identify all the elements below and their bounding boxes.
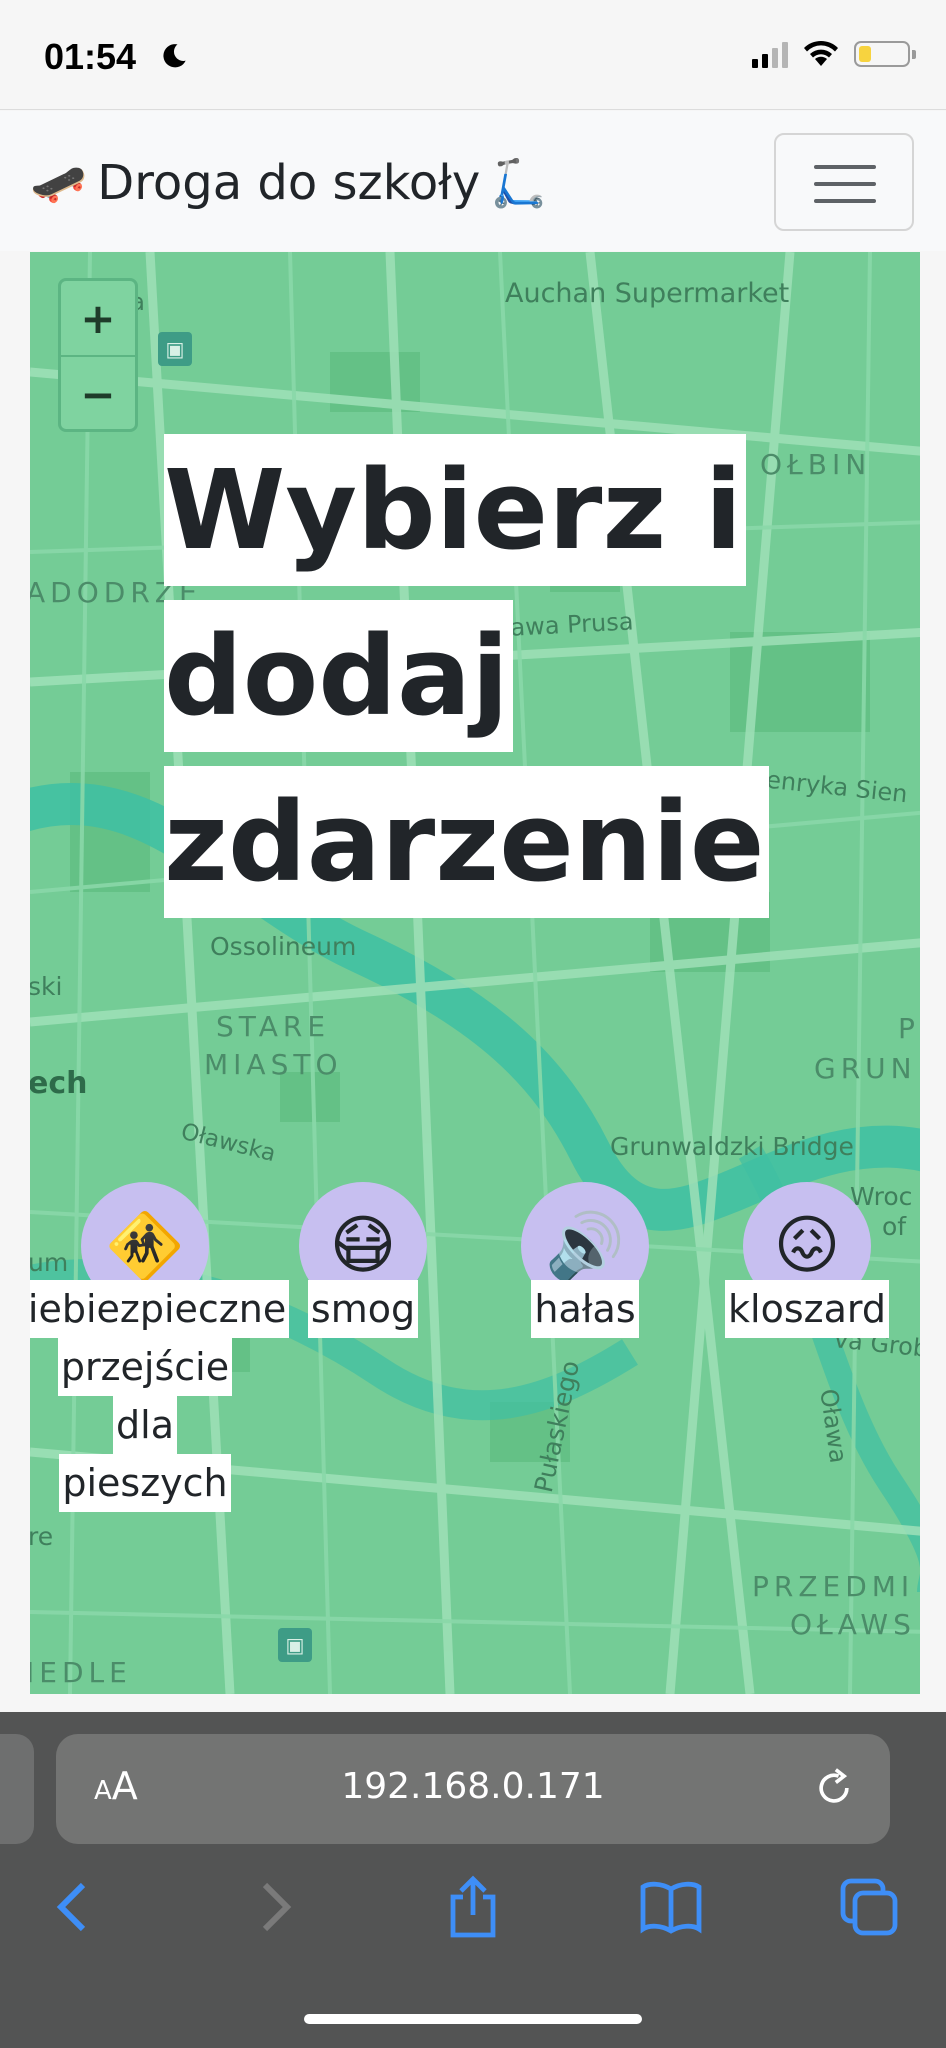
category-label: niebiezpieczne przejście dla pieszych: [30, 1280, 290, 1512]
tabs-button[interactable]: [834, 1872, 904, 1942]
map-label: ech: [30, 1066, 88, 1101]
map-label: STARE: [216, 1010, 331, 1043]
map-label: GRUN: [814, 1052, 917, 1085]
category-label: kloszard: [692, 1280, 920, 1338]
skateboard-icon: 🛹: [30, 155, 88, 210]
map-label: IEDLE: [30, 1656, 132, 1689]
address-bar[interactable]: AA 192.168.0.171: [56, 1734, 890, 1844]
status-bar: 01:54: [0, 0, 946, 110]
brand-link[interactable]: 🛹 Droga do szkoły 🛴: [30, 155, 548, 211]
zoom-control: + −: [58, 278, 138, 432]
reload-icon[interactable]: [812, 1766, 856, 1810]
page-headline: Wybierz i dodaj zdarzenie: [164, 434, 769, 932]
hamburger-icon: [814, 165, 876, 169]
category-label: hałas: [470, 1280, 700, 1338]
share-button[interactable]: [438, 1872, 508, 1942]
scooter-icon: 🛴: [490, 155, 548, 210]
map-label: Auchan Supermarket: [505, 278, 790, 309]
map[interactable]: owska Auchan Supermarket OŁBIN ADODRZE o…: [30, 252, 920, 1694]
chevron-left-icon: [56, 1882, 86, 1932]
train-station-icon: ▣: [158, 332, 192, 366]
map-label: MIASTO: [204, 1048, 343, 1081]
bookmarks-button[interactable]: [636, 1872, 706, 1942]
tabs-icon: [840, 1878, 898, 1936]
browser-toolbar: AA 192.168.0.171: [0, 1712, 946, 2048]
map-label: Ossolineum: [210, 932, 357, 961]
headline-line: zdarzenie: [164, 766, 769, 918]
zoom-in-button[interactable]: +: [61, 281, 135, 355]
back-button[interactable]: [38, 1872, 108, 1942]
navbar-toggler-button[interactable]: [774, 133, 914, 231]
brand-title: Droga do szkoły: [97, 155, 481, 211]
map-label: OŁBIN: [760, 448, 872, 481]
status-icons: [752, 40, 916, 68]
book-icon: [640, 1881, 702, 1934]
status-time: 01:54: [44, 36, 137, 77]
category-homeless[interactable]: 😖 kloszard: [692, 1182, 920, 1338]
map-label: ski: [30, 972, 63, 1001]
train-station-icon: ▣: [278, 1628, 312, 1662]
battery-icon: [854, 41, 916, 67]
cellular-signal-icon: [752, 40, 788, 68]
category-label: smog: [248, 1280, 478, 1338]
category-dangerous-crossing[interactable]: 🚸 niebiezpieczne przejście dla pieszych: [30, 1182, 290, 1512]
headline-line: dodaj: [164, 600, 513, 752]
url-text: 192.168.0.171: [341, 1766, 605, 1807]
headline-line: Wybierz i: [164, 434, 747, 586]
map-label: OŁAWS: [790, 1608, 916, 1641]
wifi-icon: [804, 40, 838, 66]
category-smog[interactable]: 😷 smog: [248, 1182, 478, 1338]
battery-level: [859, 46, 871, 62]
moon-icon: [163, 44, 186, 68]
map-label: Grunwaldzki Bridge: [610, 1132, 854, 1161]
map-label: PRZEDMI: [752, 1570, 915, 1603]
home-indicator: [304, 2014, 642, 2024]
chevron-right-icon: [262, 1882, 292, 1932]
category-noise[interactable]: 🔊 hałas: [470, 1182, 700, 1338]
navbar: 🛹 Droga do szkoły 🛴: [0, 111, 946, 251]
forward-button[interactable]: [240, 1872, 310, 1942]
zoom-out-button[interactable]: −: [61, 357, 135, 431]
map-label: re: [30, 1522, 54, 1551]
share-icon: [450, 1875, 496, 1938]
previous-tab-preview[interactable]: [0, 1734, 34, 1844]
map-label: P: [898, 1012, 920, 1045]
